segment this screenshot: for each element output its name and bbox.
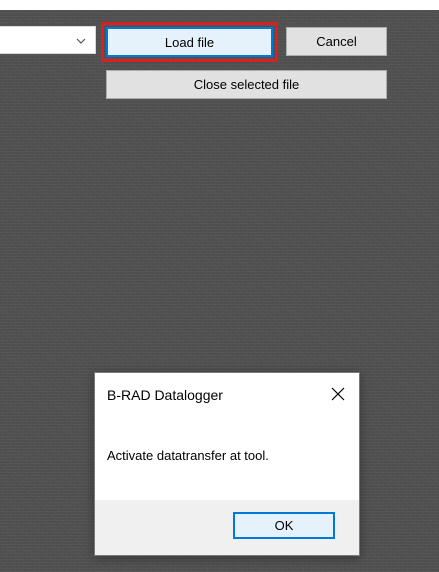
chevron-down-icon[interactable] <box>76 33 86 44</box>
file-select-dropdown[interactable] <box>0 26 96 54</box>
close-selected-file-button[interactable]: Close selected file <box>106 70 387 99</box>
ok-button[interactable]: OK <box>233 512 335 539</box>
window-top-strip <box>0 0 439 10</box>
cancel-button[interactable]: Cancel <box>286 27 387 56</box>
close-icon[interactable] <box>323 379 353 409</box>
load-file-highlight-frame <box>101 22 278 62</box>
message-dialog: B-RAD Datalogger Activate datatransfer a… <box>94 372 360 556</box>
dialog-title: B-RAD Datalogger <box>107 387 223 403</box>
dialog-footer: OK <box>95 500 359 555</box>
dialog-message: Activate datatransfer at tool. <box>107 448 269 463</box>
